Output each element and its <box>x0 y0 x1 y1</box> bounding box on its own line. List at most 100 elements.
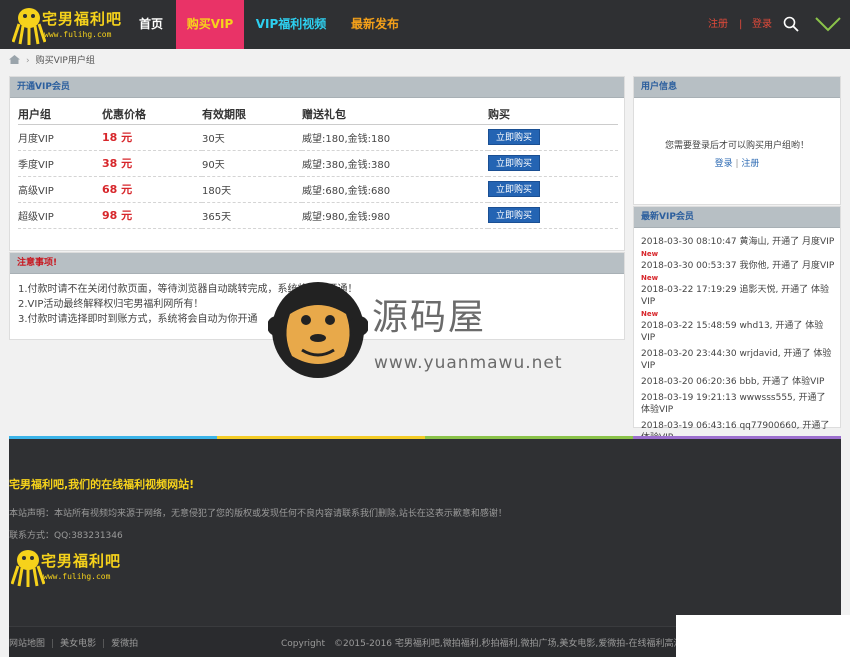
footer-logo-text: 宅男福利吧 <box>41 552 122 570</box>
vip-price: 68 元 <box>102 176 202 203</box>
footer-logo[interactable]: 宅男福利吧 www.fulihg.com <box>11 546 123 588</box>
footer-title: 宅男福利吧,我们的在线福利视频网站! <box>9 478 195 491</box>
monkey-logo-icon <box>268 282 368 378</box>
table-row: 季度VIP 38 元 90天 威望:380,金钱:380 立即购买 <box>18 150 618 177</box>
buy-now-button[interactable]: 立即购买 <box>488 129 540 145</box>
watermark-url: www.yuanmawu.net <box>374 353 563 373</box>
new-badge: New <box>641 274 659 282</box>
vip-gift: 威望:380,金钱:380 <box>302 150 488 177</box>
footer-color-bar <box>9 436 841 439</box>
vip-gift: 威望:180,金钱:180 <box>302 124 488 151</box>
notice-panel-title: 注意事项! <box>10 253 624 274</box>
col-header-group: 用户组 <box>18 104 102 125</box>
color-bar-segment <box>425 436 633 439</box>
vip-gift: 威望:980,金钱:980 <box>302 202 488 229</box>
footer-link-sep: | <box>51 639 55 649</box>
col-header-period: 有效期限 <box>202 104 302 125</box>
buy-now-button[interactable]: 立即购买 <box>488 207 540 223</box>
vip-group: 高级VIP <box>18 176 102 203</box>
vip-plans-panel: 开通VIP会员 用户组 优惠价格 有效期限 赠送礼包 购买 月度VIP 18 元… <box>9 76 625 251</box>
watermark: 源码屋 www.yuanmawu.net <box>268 276 588 380</box>
user-links-separator: | <box>735 159 739 169</box>
vip-group: 月度VIP <box>18 124 102 151</box>
table-row: 高级VIP 68 元 180天 威望:680,金钱:680 立即购买 <box>18 176 618 203</box>
table-header-row: 用户组 优惠价格 有效期限 赠送礼包 购买 <box>18 104 618 125</box>
footer-link-movies[interactable]: 美女电影 <box>60 639 96 649</box>
top-header: 宅男福利吧 www.fulihg.com 首页 购买VIP VIP福利视频 最新… <box>0 0 850 49</box>
col-header-price: 优惠价格 <box>102 104 202 125</box>
search-icon[interactable] <box>783 16 799 32</box>
new-badge: New <box>641 250 659 258</box>
breadcrumb-current: 购买VIP用户组 <box>35 56 95 66</box>
octopus-logo-icon <box>11 550 45 587</box>
logo-url: www.fulihg.com <box>44 30 112 39</box>
list-item: 2018-03-30 00:53:37 我你他, 开通了 月度VIP New <box>641 260 837 284</box>
login-link[interactable]: 登录 <box>715 159 733 169</box>
vip-price: 98 元 <box>102 202 202 229</box>
octopus-logo-icon <box>12 8 46 45</box>
latest-item-text: 2018-03-22 17:19:29 追影天悦, 开通了 体验VIP <box>641 285 830 307</box>
vip-gift: 威望:680,金钱:680 <box>302 176 488 203</box>
watermark-text: 源码屋 <box>372 297 487 338</box>
color-bar-segment <box>9 436 217 439</box>
color-bar-segment <box>217 436 425 439</box>
site-logo[interactable]: 宅男福利吧 www.fulihg.com <box>12 4 124 46</box>
home-icon[interactable] <box>9 55 20 64</box>
list-item: 2018-03-20 23:44:30 wrjdavid, 开通了 体验VIP <box>641 348 837 372</box>
vip-period: 180天 <box>202 176 302 203</box>
latest-item-text: 2018-03-22 15:48:59 whd13, 开通了 体验VIP <box>641 321 824 343</box>
latest-item-text: 2018-03-30 00:53:37 我你他, 开通了 月度VIP <box>641 261 835 271</box>
header-register-link[interactable]: 注册 <box>708 0 728 49</box>
chevron-down-icon[interactable] <box>814 14 842 34</box>
vip-period: 90天 <box>202 150 302 177</box>
header-login-link[interactable]: 登录 <box>752 0 772 49</box>
nav-home[interactable]: 首页 <box>128 0 174 49</box>
buy-cell: 立即购买 <box>488 202 618 229</box>
latest-vip-panel: 最新VIP会员 2018-03-30 08:10:47 黄海山, 开通了 月度V… <box>633 206 841 443</box>
nav-vip-video[interactable]: VIP福利视频 <box>248 0 334 49</box>
register-link[interactable]: 注册 <box>741 159 759 169</box>
buy-cell: 立即购买 <box>488 150 618 177</box>
new-badge: New <box>641 310 659 318</box>
color-bar-segment <box>633 436 841 439</box>
vip-group: 超级VIP <box>18 202 102 229</box>
buy-cell: 立即购买 <box>488 176 618 203</box>
nav-buy-vip[interactable]: 购买VIP <box>176 0 244 49</box>
footer-link-aiweipai[interactable]: 爱微拍 <box>111 639 138 649</box>
footer-links: 网站地图 | 美女电影 | 爱微拍 <box>9 636 138 649</box>
user-info-panel: 用户信息 您需要登录后才可以购买用户组哟！ 登录 | 注册 <box>633 76 841 205</box>
vip-group: 季度VIP <box>18 150 102 177</box>
col-header-buy: 购买 <box>488 104 618 125</box>
latest-item-text: 2018-03-19 19:21:13 wwwsss555, 开通了 体验VIP <box>641 393 826 415</box>
user-links: 登录 | 注册 <box>634 156 840 169</box>
latest-panel-title: 最新VIP会员 <box>634 207 840 228</box>
vip-period: 30天 <box>202 124 302 151</box>
buy-now-button[interactable]: 立即购买 <box>488 155 540 171</box>
latest-item-text: 2018-03-20 23:44:30 wrjdavid, 开通了 体验VIP <box>641 349 832 371</box>
corner-blank-area <box>676 615 850 657</box>
list-item: 2018-03-22 15:48:59 whd13, 开通了 体验VIP <box>641 320 837 344</box>
buy-now-button[interactable]: 立即购买 <box>488 181 540 197</box>
user-panel-title: 用户信息 <box>634 77 840 98</box>
footer-statement: 本站声明：本站所有视频均来源于网络，无意侵犯了您的版权或发现任何不良内容请联系我… <box>9 509 507 519</box>
list-item: 2018-03-22 17:19:29 追影天悦, 开通了 体验VIP New <box>641 284 837 320</box>
buy-cell: 立即购买 <box>488 124 618 151</box>
latest-vip-list: 2018-03-30 08:10:47 黄海山, 开通了 月度VIP New 2… <box>634 228 840 444</box>
list-item: 2018-03-30 08:10:47 黄海山, 开通了 月度VIP New <box>641 236 837 260</box>
vip-price: 18 元 <box>102 124 202 151</box>
nav-latest[interactable]: 最新发布 <box>345 0 405 49</box>
vip-price: 38 元 <box>102 150 202 177</box>
breadcrumb-arrow: › <box>26 56 30 66</box>
breadcrumb: › 购买VIP用户组 <box>9 53 95 69</box>
footer-link-sitemap[interactable]: 网站地图 <box>9 639 45 649</box>
vip-plans-table: 用户组 优惠价格 有效期限 赠送礼包 购买 月度VIP 18 元 30天 威望:… <box>18 104 618 229</box>
list-item: 2018-03-19 19:21:13 wwwsss555, 开通了 体验VIP <box>641 392 837 416</box>
latest-item-text: 2018-03-20 06:20:36 bbb, 开通了 体验VIP <box>641 377 825 387</box>
footer-contact: 联系方式：QQ:383231346 <box>9 531 123 541</box>
table-row: 月度VIP 18 元 30天 威望:180,金钱:180 立即购买 <box>18 124 618 151</box>
vip-panel-title: 开通VIP会员 <box>10 77 624 98</box>
list-item: 2018-03-20 06:20:36 bbb, 开通了 体验VIP <box>641 376 837 388</box>
footer-logo-url: www.fulihg.com <box>43 572 111 581</box>
header-separator: | <box>739 19 743 30</box>
latest-item-text: 2018-03-30 08:10:47 黄海山, 开通了 月度VIP <box>641 237 835 247</box>
